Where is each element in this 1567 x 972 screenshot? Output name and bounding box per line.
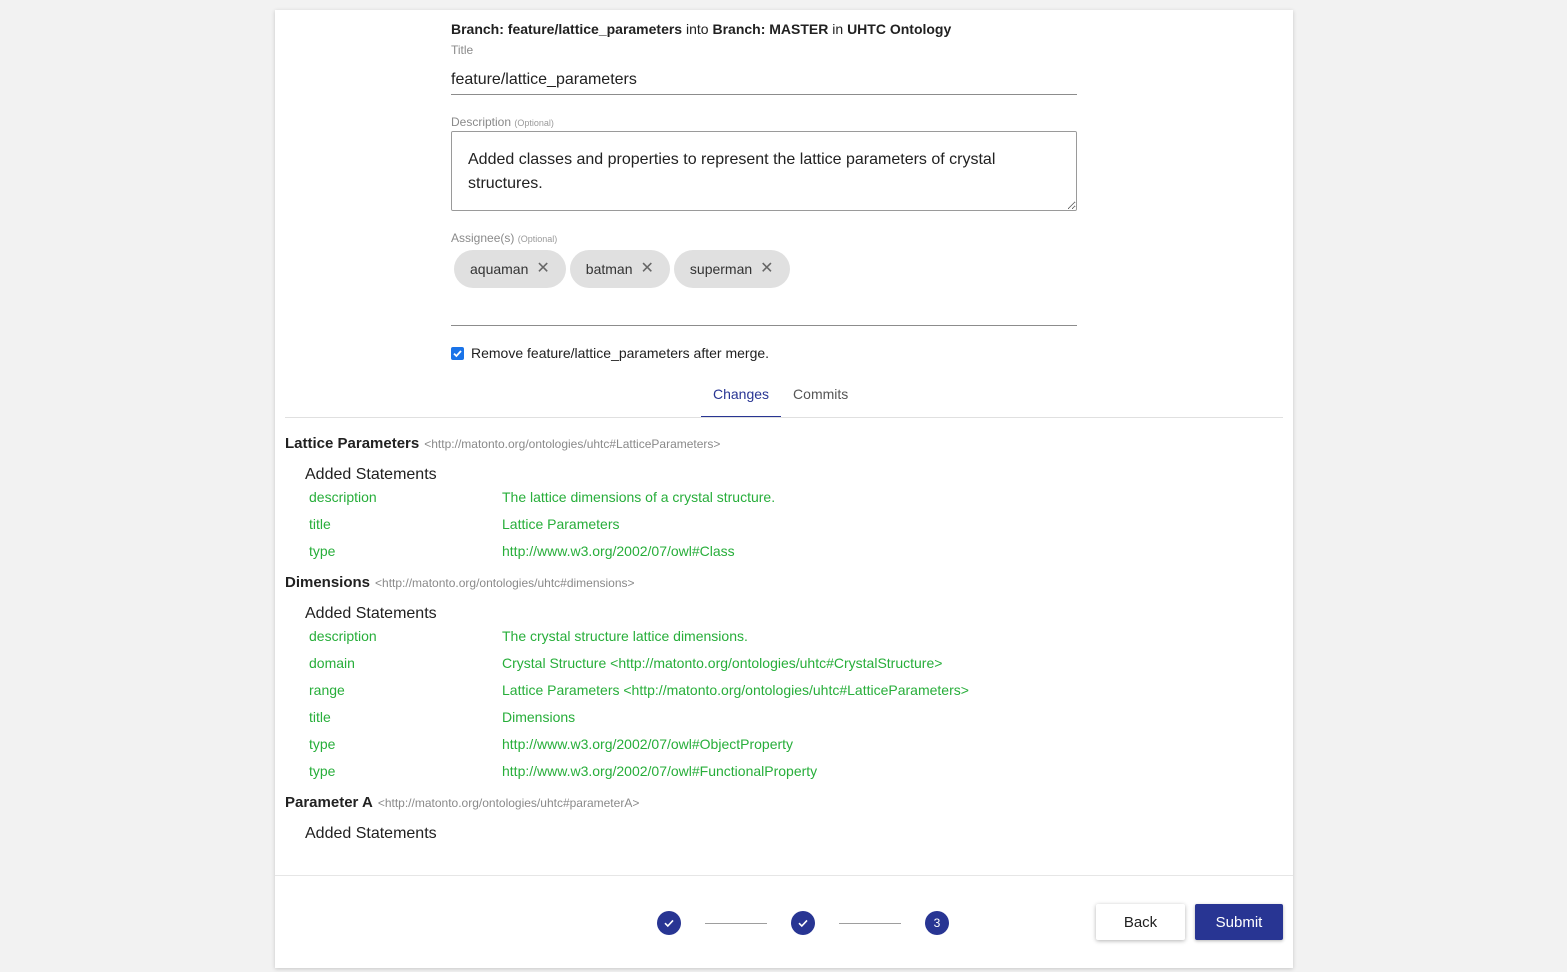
added-statements-title: Added Statements <box>305 466 437 483</box>
statement-row: range Lattice Parameters <http://matonto… <box>285 677 1283 704</box>
statement-row: domain Crystal Structure <http://matonto… <box>285 650 1283 677</box>
added-statements-title: Added Statements <box>305 605 437 622</box>
description-label: Description (Optional) <box>451 115 554 129</box>
remove-branch-label: Remove feature/lattice_parameters after … <box>471 345 770 361</box>
statement-object: The lattice dimensions of a crystal stru… <box>502 489 776 505</box>
entity-header: Dimensions <http://matonto.org/ontologie… <box>285 575 1283 591</box>
target-branch: Branch: MASTER <box>712 21 829 37</box>
entity-iri: <http://matonto.org/ontologies/uhtc#Latt… <box>424 437 721 451</box>
entity-header: Parameter A <http://matonto.org/ontologi… <box>285 795 1283 811</box>
statement-row: description The lattice dimensions of a … <box>285 484 1283 511</box>
assignee-name: batman <box>585 261 633 277</box>
statement-predicate: description <box>309 489 377 505</box>
title-label: Title <box>451 43 474 57</box>
check-icon <box>664 919 674 928</box>
stepper: 3 <box>657 911 949 935</box>
statement-predicate: type <box>309 543 336 559</box>
statement-object: http://www.w3.org/2002/07/owl#Functional… <box>502 763 818 779</box>
statement-row: type http://www.w3.org/2002/07/owl#Funct… <box>285 758 1283 785</box>
assignee-input-underline[interactable] <box>451 325 1077 326</box>
statement-predicate: type <box>309 763 336 779</box>
remove-branch-checkbox[interactable] <box>451 346 464 360</box>
statement-object: The crystal structure lattice dimensions… <box>502 628 748 644</box>
close-icon[interactable]: ✕ <box>536 261 549 277</box>
description-textarea[interactable]: Added classes and properties to represen… <box>451 131 1077 211</box>
statement-object: Crystal Structure <http://matonto.org/on… <box>502 655 943 671</box>
source-branch: Branch: feature/lattice_parameters <box>451 21 683 37</box>
check-icon <box>798 919 808 928</box>
tab-bar: Changes Commits <box>701 382 860 418</box>
step-3-current: 3 <box>925 911 949 935</box>
close-icon[interactable]: ✕ <box>760 261 773 277</box>
change-entity: Dimensions <http://matonto.org/ontologie… <box>285 575 1283 785</box>
statement-row: description The crystal structure lattic… <box>285 623 1283 650</box>
assignee-chips: aquaman ✕ batman ✕ superman ✕ <box>454 250 790 288</box>
title-input[interactable] <box>451 66 1077 95</box>
statement-predicate: description <box>309 628 377 644</box>
entity-title: Dimensions <box>285 574 371 591</box>
entity-header: Lattice Parameters <http://matonto.org/o… <box>285 436 1283 452</box>
statement-object: http://www.w3.org/2002/07/owl#ObjectProp… <box>502 736 794 752</box>
record-title: UHTC Ontology <box>847 21 952 37</box>
step-1-complete <box>657 911 681 935</box>
assignees-optional: (Optional) <box>517 234 558 244</box>
into-word: into <box>686 21 709 37</box>
statement-object: Lattice Parameters <http://matonto.org/o… <box>502 682 969 698</box>
check-icon <box>453 349 462 357</box>
changes-list[interactable]: Lattice Parameters <http://matonto.org/o… <box>285 436 1283 876</box>
branch-summary: Branch: feature/lattice_parameters into … <box>451 21 951 37</box>
statement-predicate: domain <box>309 655 355 671</box>
tab-commits[interactable]: Commits <box>781 382 860 418</box>
submit-button[interactable]: Submit <box>1195 904 1283 940</box>
assignees-label: Assignee(s) (Optional) <box>451 231 557 245</box>
remove-branch-row: Remove feature/lattice_parameters after … <box>451 345 769 361</box>
assignee-chip: aquaman ✕ <box>454 250 566 288</box>
statement-predicate: range <box>309 682 345 698</box>
entity-iri: <http://matonto.org/ontologies/uhtc#dime… <box>375 576 635 590</box>
step-connector <box>839 922 901 924</box>
statement-object: Dimensions <box>502 709 576 725</box>
entity-title: Lattice Parameters <box>285 436 420 452</box>
description-label-text: Description <box>451 115 512 129</box>
added-statements-title: Added Statements <box>305 825 437 842</box>
close-icon[interactable]: ✕ <box>641 261 654 277</box>
assignee-name: superman <box>689 261 753 277</box>
statement-row: type http://www.w3.org/2002/07/owl#Class <box>285 538 1283 565</box>
description-optional: (Optional) <box>514 118 554 128</box>
step-connector <box>705 922 767 924</box>
statement-predicate: title <box>309 709 331 725</box>
tab-changes[interactable]: Changes <box>701 382 782 418</box>
statement-row: type http://www.w3.org/2002/07/owl#Objec… <box>285 731 1283 758</box>
stepper-footer: 3 Back Submit <box>275 875 1293 968</box>
change-entity: Parameter A <http://matonto.org/ontologi… <box>285 795 1283 843</box>
statement-object: Lattice Parameters <box>502 516 620 532</box>
statement-predicate: title <box>309 516 331 532</box>
assignee-name: aquaman <box>470 261 529 277</box>
tab-divider <box>285 417 1283 418</box>
change-entity: Lattice Parameters <http://matonto.org/o… <box>285 436 1283 565</box>
in-word: in <box>832 21 844 37</box>
back-button[interactable]: Back <box>1096 904 1185 940</box>
statement-predicate: type <box>309 736 336 752</box>
statement-object: http://www.w3.org/2002/07/owl#Class <box>502 543 735 559</box>
step-2-complete <box>791 911 815 935</box>
assignee-chip: superman ✕ <box>673 250 790 288</box>
assignee-chip: batman ✕ <box>569 250 670 288</box>
entity-iri: <http://matonto.org/ontologies/uhtc#para… <box>377 796 640 810</box>
statement-row: title Lattice Parameters <box>285 511 1283 538</box>
assignees-label-text: Assignee(s) <box>451 231 515 245</box>
merge-request-card: Branch: feature/lattice_parameters into … <box>275 10 1293 968</box>
statement-row: title Dimensions <box>285 704 1283 731</box>
entity-title: Parameter A <box>285 794 373 811</box>
